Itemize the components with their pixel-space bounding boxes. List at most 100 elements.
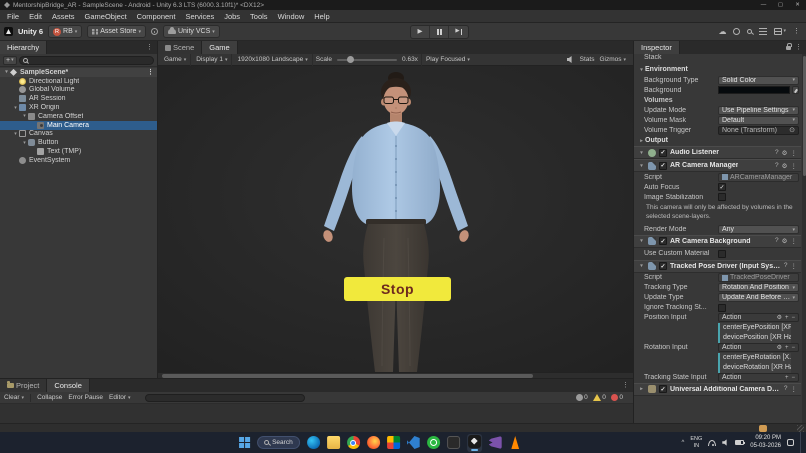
tab-console[interactable]: Console [47, 379, 90, 392]
taskbar-app-vlc[interactable] [509, 436, 522, 449]
clock[interactable]: 09:20 PM 05-03-2026 [750, 435, 781, 450]
remove-binding-button[interactable]: − [791, 345, 795, 351]
volume-mask-dropdown[interactable]: Default ▾ [718, 116, 799, 125]
component-menu-icon[interactable]: ⋮ [791, 262, 798, 270]
cloud-sync-icon[interactable]: ☁ [718, 28, 726, 36]
add-binding-button[interactable]: + [785, 375, 789, 381]
menu-edit[interactable]: Edit [24, 10, 47, 23]
component-universal-additional-camera-data[interactable]: ▸ ✓ Universal Additional Camera Dat... ?… [634, 383, 801, 396]
game-mode-dropdown[interactable]: Game ▾ [162, 54, 191, 66]
tab-scene[interactable]: Scene [158, 41, 202, 54]
component-enabled-checkbox[interactable]: ✓ [659, 149, 667, 157]
taskbar-search[interactable]: Search [257, 436, 300, 449]
menu-component[interactable]: Component [132, 10, 181, 23]
create-object-button[interactable]: +▾ [3, 56, 17, 65]
hierarchy-item-text-tmp[interactable]: Text (TMP) [0, 147, 157, 156]
hierarchy-item-canvas[interactable]: ▾ Canvas [0, 130, 157, 139]
auto-focus-checkbox[interactable]: ✓ [718, 183, 726, 191]
background-color-field[interactable] [718, 86, 799, 95]
console-search-input[interactable] [145, 394, 305, 402]
menu-window[interactable]: Window [273, 10, 310, 23]
error-pause-toggle[interactable]: Error Pause [68, 394, 103, 401]
taskbar-app-edge[interactable] [307, 436, 320, 449]
gizmos-dropdown[interactable]: Gizmos ▾ [599, 56, 626, 63]
start-button[interactable] [239, 437, 250, 448]
component-audio-listener[interactable]: ▾ ✓ Audio Listener ? ⚙ ⋮ [634, 146, 801, 159]
play-focused-dropdown[interactable]: Play Focused ▾ [421, 54, 474, 66]
menu-file[interactable]: File [2, 10, 24, 23]
background-activity-icon[interactable] [759, 425, 767, 432]
inspector-menu-icon[interactable]: ⋮ [795, 44, 802, 51]
rotation-input-action[interactable]: Action ⚙ + − [718, 343, 799, 352]
more-menu-icon[interactable]: ⋮ [793, 28, 800, 35]
info-count-badge[interactable]: 0 [576, 394, 588, 401]
hierarchy-item-xr-origin[interactable]: ▾ XR Origin [0, 103, 157, 112]
tracking-state-input-action[interactable]: Action + − [718, 373, 799, 382]
collapse-toggle[interactable]: Collapse [37, 394, 62, 401]
taskbar-app-unity-editor[interactable] [468, 435, 481, 448]
foldout-icon[interactable]: ▾ [638, 263, 645, 269]
wifi-icon[interactable] [708, 440, 716, 446]
hierarchy-item-ar-session[interactable]: AR Session [0, 94, 157, 103]
taskbar-app-firefox[interactable] [367, 436, 380, 449]
layers-icon[interactable] [759, 28, 767, 35]
clear-button[interactable]: Clear ▾ [4, 394, 24, 401]
panel-menu-icon[interactable]: ⋮ [622, 382, 629, 389]
minimize-button[interactable]: — [755, 0, 772, 10]
scrollbar-thumb[interactable] [803, 56, 806, 176]
component-menu-icon[interactable]: ⋮ [791, 149, 798, 157]
rotation-binding-1[interactable]: deviceRotation [XR Ha... [718, 363, 791, 373]
component-enabled-checkbox[interactable]: ✓ [659, 162, 667, 170]
component-ar-camera-background[interactable]: ▾ ✓ AR Camera Background ? ⚙ ⋮ [634, 235, 801, 248]
ignore-tracking-state-checkbox[interactable] [718, 304, 726, 312]
position-binding-0[interactable]: centerEyePosition [XR ... [718, 323, 791, 333]
eyedropper-icon[interactable] [792, 86, 799, 94]
hierarchy-item-directional-light[interactable]: Directional Light [0, 77, 157, 86]
presets-icon[interactable]: ⚙ [782, 237, 788, 245]
account-status-icon[interactable] [733, 28, 740, 35]
menu-jobs[interactable]: Jobs [219, 10, 245, 23]
help-icon[interactable]: ? [775, 237, 779, 245]
game-viewport[interactable]: Stop [158, 66, 633, 372]
tracking-type-dropdown[interactable]: Rotation And Position ▾ [718, 283, 799, 292]
maximize-button[interactable]: ▢ [772, 0, 789, 10]
menu-help[interactable]: Help [309, 10, 334, 23]
asset-store-button[interactable]: Asset Store ▾ [87, 25, 146, 38]
rotation-binding-0[interactable]: centerEyeRotation [X... [718, 353, 791, 363]
remove-binding-button[interactable]: − [791, 375, 795, 381]
error-count-badge[interactable]: 0 [611, 394, 623, 401]
taskbar-app-google[interactable] [387, 436, 400, 449]
presets-icon[interactable]: ⚙ [782, 149, 788, 157]
step-button[interactable]: ▶ [449, 26, 468, 38]
add-binding-button[interactable]: + [785, 345, 789, 351]
foldout-icon[interactable]: ▾ [12, 105, 19, 111]
component-menu-icon[interactable]: ⋮ [791, 385, 798, 393]
scale-slider[interactable] [337, 59, 397, 61]
notifications-icon[interactable] [151, 28, 158, 35]
resolution-dropdown[interactable]: 1920x1080 Landscape ▾ [235, 54, 312, 66]
component-tracked-pose-driver[interactable]: ▾ ✓ Tracked Pose Driver (Input Syste... … [634, 260, 801, 273]
add-binding-button[interactable]: + [785, 315, 789, 321]
unity-vcs-button[interactable]: Unity VCS ▾ [163, 25, 220, 38]
tab-hierarchy[interactable]: Hierarchy [0, 41, 47, 54]
menu-gameobject[interactable]: GameObject [80, 10, 132, 23]
hierarchy-item-camera-offset[interactable]: ▾ Camera Offset [0, 112, 157, 121]
environment-foldout[interactable]: ▾ Environment [634, 64, 801, 75]
foldout-icon[interactable]: ▾ [3, 69, 10, 75]
lock-icon[interactable] [786, 46, 791, 50]
language-indicator[interactable]: ENG IN [690, 436, 702, 449]
taskbar-app-file-explorer[interactable] [327, 436, 340, 449]
panel-menu-icon[interactable]: ⋮ [146, 44, 153, 51]
stop-button[interactable]: Stop [344, 277, 451, 301]
hierarchy-item-button[interactable]: ▾ Button [0, 138, 157, 147]
use-custom-material-checkbox[interactable] [718, 250, 726, 258]
battery-icon[interactable] [735, 440, 744, 445]
taskbar-app-whatsapp[interactable] [427, 436, 440, 449]
menu-tools[interactable]: Tools [245, 10, 273, 23]
hierarchy-scene-header[interactable]: ▾ SampleScene* ⋮ [0, 68, 157, 77]
menu-assets[interactable]: Assets [47, 10, 80, 23]
volume-trigger-field[interactable]: None (Transform) ⊙ [718, 126, 799, 135]
search-icon[interactable] [747, 29, 752, 34]
background-type-dropdown[interactable]: Solid Color ▾ [718, 76, 799, 85]
taskbar-app-visual-studio[interactable] [489, 436, 502, 449]
